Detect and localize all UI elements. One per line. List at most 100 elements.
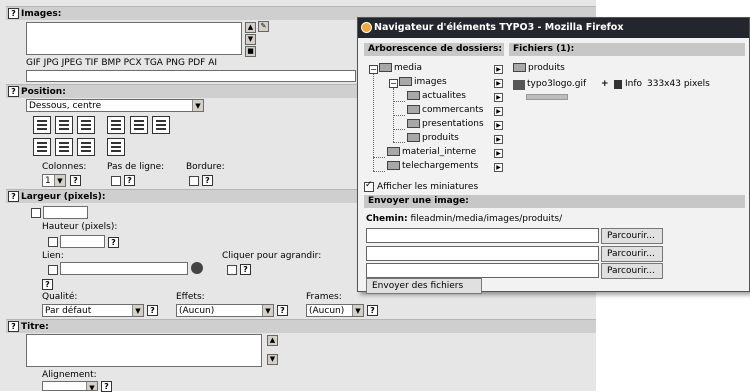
tree-item-images[interactable]: images (399, 77, 447, 88)
file-thumbnail (526, 94, 568, 100)
help-icon[interactable]: ? (147, 305, 158, 316)
browse-files-icon[interactable]: ✎ (258, 21, 269, 32)
image-upload-field[interactable] (26, 70, 356, 82)
link-label: Lien: (42, 251, 64, 261)
tree-item-media[interactable]: media (379, 63, 422, 74)
position-above-center-icon[interactable] (33, 116, 51, 134)
position-beside-left-icon[interactable] (107, 138, 125, 156)
position-above-left-icon[interactable] (77, 116, 95, 134)
help-icon[interactable]: ? (42, 279, 53, 290)
help-icon[interactable]: ? (101, 381, 112, 392)
thumbnails-label: Afficher les miniatures (377, 182, 479, 192)
browse-button[interactable]: Parcourir... (601, 228, 663, 244)
help-icon[interactable]: ? (367, 305, 378, 316)
help-icon[interactable]: ? (277, 305, 288, 316)
position-above-right-icon[interactable] (55, 116, 73, 134)
frames-select[interactable]: (Aucun) ▼ (306, 304, 364, 317)
enlarge-checkbox[interactable] (227, 265, 237, 275)
move-down-icon[interactable]: ▼ (245, 34, 256, 45)
height-input[interactable] (60, 235, 105, 248)
title-section-header: ? Titre: (6, 319, 596, 333)
folder-icon (399, 77, 412, 86)
help-icon[interactable]: ? (202, 175, 213, 186)
select-folder-icon[interactable]: ▶ (494, 65, 503, 74)
chevron-down-icon[interactable]: ▼ (86, 382, 97, 390)
link-wizard-icon[interactable] (191, 262, 203, 274)
chevron-down-icon[interactable]: ▼ (352, 305, 363, 316)
trash-icon[interactable]: ■ (245, 46, 256, 57)
position-beside-right-icon[interactable] (77, 138, 95, 156)
upload-file-input[interactable] (366, 246, 599, 261)
effects-select[interactable]: (Aucun) ▼ (176, 304, 274, 317)
chevron-down-icon[interactable]: ▼ (262, 305, 273, 316)
tree-item-produits[interactable]: produits (407, 133, 459, 144)
help-icon[interactable]: ? (8, 191, 19, 202)
folder-icon (407, 91, 420, 100)
select-folder-icon[interactable]: ▶ (494, 121, 503, 130)
tree-item-presentations[interactable]: presentations (407, 119, 484, 130)
info-icon[interactable] (614, 80, 622, 89)
move-up-icon[interactable]: ▲ (245, 22, 256, 33)
images-list[interactable] (26, 22, 242, 55)
chevron-down-icon[interactable]: ▼ (192, 100, 203, 111)
select-folder-icon[interactable]: ▶ (494, 79, 503, 88)
help-icon[interactable]: ? (124, 175, 135, 186)
position-intext-right-icon[interactable] (33, 138, 51, 156)
thumbnails-checkbox[interactable]: ✓ (364, 180, 374, 192)
chevron-down-icon[interactable]: ▼ (54, 175, 65, 186)
link-input[interactable] (60, 262, 188, 275)
nowrap-checkbox[interactable] (111, 176, 121, 186)
quality-select[interactable]: Par défaut ▼ (42, 304, 144, 317)
current-folder: produits (513, 63, 565, 74)
browse-button[interactable]: Parcourir... (601, 246, 663, 262)
columns-select[interactable]: 1 ▼ (42, 174, 66, 187)
width-checkbox[interactable] (31, 208, 41, 218)
title-label: Titre: (21, 322, 49, 332)
file-info-link[interactable]: Info (625, 79, 642, 90)
help-icon[interactable]: ? (240, 264, 251, 275)
position-below-right-icon[interactable] (130, 116, 148, 134)
collapse-media-icon[interactable]: − (369, 65, 378, 74)
scroll-down-icon[interactable]: ▼ (267, 354, 278, 365)
file-dimensions: 333x43 pixels (647, 79, 710, 89)
select-folder-icon[interactable]: ▶ (494, 93, 503, 102)
select-folder-icon[interactable]: ▶ (494, 107, 503, 116)
help-icon[interactable]: ? (8, 86, 19, 97)
file-row[interactable]: typo3logo.gif (513, 79, 586, 90)
link-checkbox[interactable] (48, 265, 58, 275)
upload-file-input[interactable] (366, 263, 599, 278)
path-value: fileadmin/media/images/produits/ (410, 214, 563, 224)
tree-item-commercants[interactable]: commercants (407, 105, 483, 116)
tree-item-material-interne[interactable]: material_interne (387, 147, 476, 158)
help-icon[interactable]: ? (8, 321, 19, 332)
select-folder-icon[interactable]: ▶ (494, 163, 503, 172)
firefox-icon (361, 22, 372, 33)
help-icon[interactable]: ? (8, 8, 19, 19)
position-label: Position: (21, 87, 66, 97)
upload-file-input[interactable] (366, 228, 599, 243)
position-select[interactable]: Dessous, centre ▼ (26, 99, 204, 112)
position-intext-left-icon[interactable] (55, 138, 73, 156)
nowrap-label: Pas de ligne: (107, 162, 165, 172)
height-checkbox[interactable] (48, 237, 58, 247)
alignment-select[interactable]: ▼ (42, 381, 98, 391)
add-file-icon[interactable]: + (601, 79, 609, 90)
help-icon[interactable]: ? (108, 237, 119, 248)
title-textarea[interactable] (26, 334, 262, 367)
frames-label: Frames: (306, 292, 342, 302)
collapse-images-icon[interactable]: − (389, 79, 398, 88)
width-input[interactable] (43, 206, 88, 219)
position-below-left-icon[interactable] (152, 116, 170, 134)
border-checkbox[interactable] (189, 176, 199, 186)
position-below-center-icon[interactable] (107, 116, 125, 134)
select-folder-icon[interactable]: ▶ (494, 135, 503, 144)
upload-submit-button[interactable]: Envoyer des fichiers (366, 278, 482, 294)
tree-header: Arborescence de dossiers: (364, 43, 504, 56)
browse-button[interactable]: Parcourir... (601, 263, 663, 279)
tree-item-actualites[interactable]: actualites (407, 91, 466, 102)
scroll-up-icon[interactable]: ▲ (267, 335, 278, 346)
tree-item-telechargements[interactable]: telechargements (387, 161, 478, 172)
select-folder-icon[interactable]: ▶ (494, 149, 503, 158)
chevron-down-icon[interactable]: ▼ (132, 305, 143, 316)
help-icon[interactable]: ? (70, 175, 81, 186)
